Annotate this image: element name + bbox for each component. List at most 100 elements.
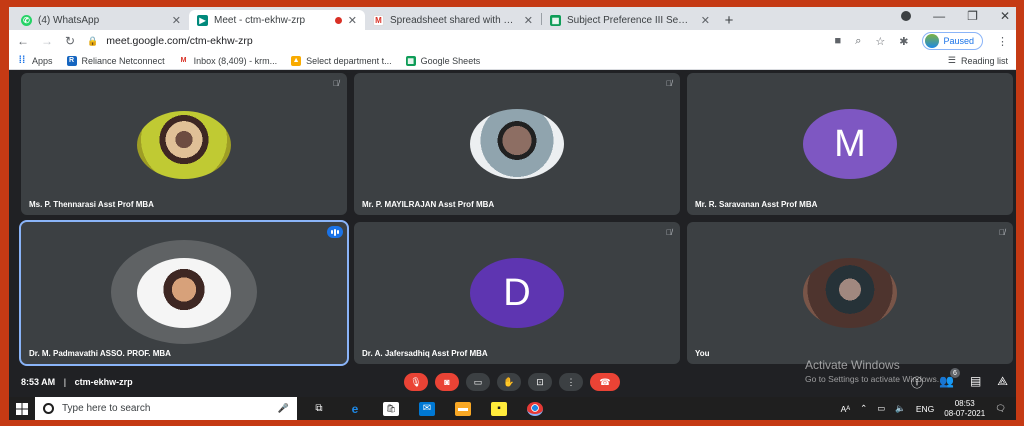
- reload-icon[interactable]: ↻: [65, 34, 75, 48]
- profile-button[interactable]: Paused: [922, 32, 983, 50]
- microphone-icon[interactable]: 🎤: [278, 403, 289, 414]
- font-icon[interactable]: Aᴬ: [841, 404, 851, 414]
- bookmark-star-icon[interactable]: ☆: [875, 35, 885, 48]
- bookmark-select-department[interactable]: ▲ Select department t...: [291, 55, 392, 66]
- participant-tile-speaking[interactable]: Dr. M. Padmavathi ASSO. PROF. MBA: [19, 220, 349, 366]
- raise-hand-button[interactable]: ✋: [497, 373, 521, 391]
- bookmark-inbox[interactable]: M Inbox (8,409) - krm...: [178, 55, 277, 66]
- captions-icon: ▭: [473, 376, 483, 387]
- participant-count-badge: 6: [949, 368, 960, 378]
- meet-side-controls: ⓘ 👥 6 ▤ ⟁: [911, 368, 1008, 391]
- meeting-code: ctm-ekhw-zrp: [74, 377, 133, 387]
- participant-tile[interactable]: 🎙̸ Mr. P. MAYILRAJAN Asst Prof MBA: [354, 73, 680, 215]
- meeting-info: 8:53 AM | ctm-ekhw-zrp: [21, 377, 133, 387]
- zoom-icon[interactable]: ⌕: [855, 35, 861, 48]
- participant-name: Mr. P. MAYILRAJAN Asst Prof MBA: [362, 200, 495, 209]
- avatar: [925, 34, 940, 48]
- tab-title: (4) WhatsApp: [38, 14, 100, 26]
- whatsapp-icon: ✆: [21, 14, 32, 26]
- tab-gmail[interactable]: M Spreadsheet shared with you: "Su ✕: [365, 10, 541, 30]
- address-bar[interactable]: 🔒 meet.google.com/ctm-ekhw-zrp: [87, 33, 822, 50]
- participant-name: Ms. P. Thennarasi Asst Prof MBA: [29, 200, 154, 209]
- end-call-button[interactable]: ☎: [590, 373, 620, 391]
- minimize-icon[interactable]: —: [933, 9, 945, 23]
- tab-whatsapp[interactable]: ✆ (4) WhatsApp ✕: [13, 10, 189, 30]
- taskbar-search[interactable]: Type here to search 🎤: [35, 397, 297, 420]
- close-icon[interactable]: ✕: [701, 14, 710, 27]
- participant-tile[interactable]: 🎙̸ Ms. P. Thennarasi Asst Prof MBA: [21, 73, 347, 215]
- tab-search-icon[interactable]: [901, 11, 912, 21]
- participant-tile[interactable]: D 🎙̸ Dr. A. Jafersadhiq Asst Prof MBA: [354, 222, 680, 364]
- reading-list-icon: ☰: [947, 55, 956, 65]
- bookmark-google-sheets[interactable]: ▦ Google Sheets: [405, 55, 480, 66]
- mic-off-icon: 🎙̸: [999, 228, 1005, 237]
- browser-window: ✆ (4) WhatsApp ✕ ▶ Meet - ctm-ekhw-zrp ✕…: [9, 7, 1016, 420]
- back-icon[interactable]: ←: [17, 34, 29, 48]
- bookmark-label: Select department t...: [306, 55, 392, 66]
- bookmark-reliance[interactable]: R Reliance Netconnect: [66, 55, 165, 66]
- clock[interactable]: 08:53 08-07-2021: [944, 399, 985, 419]
- camera-off-icon: ◙: [444, 377, 450, 387]
- avatar-letter: D: [503, 271, 531, 314]
- notifications-icon[interactable]: 🗨: [995, 403, 1006, 414]
- menu-icon[interactable]: ⋮: [997, 35, 1008, 48]
- participant-photo: [137, 258, 231, 328]
- mic-off-icon: 🎙̸: [333, 79, 339, 88]
- restore-icon[interactable]: ❐: [967, 9, 978, 23]
- url-text: meet.google.com/ctm-ekhw-zrp: [106, 35, 253, 47]
- task-view-icon[interactable]: ⧉: [311, 402, 327, 416]
- apps-grid-icon: ⁞⁞: [18, 55, 26, 66]
- start-button[interactable]: [9, 402, 35, 415]
- audio-level-icon: [327, 226, 343, 238]
- lock-icon[interactable]: 🔒: [87, 36, 98, 47]
- reading-list-button[interactable]: ☰ Reading list: [948, 55, 1008, 66]
- edge-icon[interactable]: e: [347, 402, 363, 416]
- self-view-tile[interactable]: 🎙̸ You: [687, 222, 1013, 364]
- volume-icon[interactable]: 🔈: [895, 403, 906, 414]
- gmail-icon: M: [373, 14, 384, 26]
- store-icon[interactable]: 🛍: [383, 401, 399, 416]
- meet-icon: ▶: [197, 14, 208, 26]
- language-indicator[interactable]: ENG: [916, 404, 934, 414]
- info-icon[interactable]: ⓘ: [911, 374, 923, 391]
- window-close-icon[interactable]: ✕: [1000, 9, 1010, 23]
- participant-photo: [803, 258, 897, 328]
- participant-name: Dr. A. Jafersadhiq Asst Prof MBA: [362, 349, 488, 358]
- chrome-icon[interactable]: [527, 401, 543, 416]
- activities-icon[interactable]: ⟁: [997, 374, 1008, 391]
- captions-button[interactable]: ▭: [466, 373, 490, 391]
- people-button[interactable]: 👥 6: [939, 368, 960, 391]
- close-icon[interactable]: ✕: [172, 14, 181, 27]
- bookmark-apps[interactable]: ⁞⁞ Apps: [17, 55, 53, 66]
- show-hidden-icons-icon[interactable]: ⌃: [860, 403, 867, 414]
- tab-title: Subject Preference III Semester 2: [567, 14, 695, 26]
- tab-sheets[interactable]: ▦ Subject Preference III Semester 2 ✕: [542, 10, 718, 30]
- tab-meet[interactable]: ▶ Meet - ctm-ekhw-zrp ✕: [189, 10, 365, 30]
- gmail-icon: M: [178, 55, 189, 66]
- participant-photo: [470, 109, 564, 179]
- mic-toggle-button[interactable]: 🎙: [404, 373, 428, 391]
- window-controls: — ❐ ✕: [901, 9, 1010, 23]
- camera-toggle-button[interactable]: ◙: [435, 373, 459, 391]
- new-tab-button[interactable]: +: [718, 10, 740, 30]
- participant-tile[interactable]: M Mr. R. Saravanan Asst Prof MBA: [687, 73, 1013, 215]
- participant-name: You: [695, 349, 710, 358]
- mail-icon[interactable]: ✉: [419, 401, 435, 416]
- browser-toolbar: ← → ↻ 🔒 meet.google.com/ctm-ekhw-zrp ■ ⌕…: [9, 30, 1016, 52]
- battery-icon[interactable]: ▭: [877, 403, 885, 414]
- close-icon[interactable]: ✕: [524, 14, 533, 27]
- forward-icon[interactable]: →: [41, 34, 53, 48]
- extensions-icon[interactable]: ✱: [899, 35, 908, 48]
- chat-icon[interactable]: ▤: [970, 374, 981, 391]
- meet-control-bar: 8:53 AM | ctm-ekhw-zrp 🎙 ◙ ▭ ✋ ⊡ ⋮ ☎ ⓘ 👥…: [9, 368, 1016, 393]
- bookmarks-bar: ⁞⁞ Apps R Reliance Netconnect M Inbox (8…: [9, 52, 1016, 70]
- close-icon[interactable]: ✕: [348, 14, 357, 27]
- more-options-button[interactable]: ⋮: [559, 373, 583, 391]
- sticky-notes-icon[interactable]: ▪: [491, 401, 507, 416]
- letter-avatar: D: [470, 258, 564, 328]
- present-button[interactable]: ⊡: [528, 373, 552, 391]
- file-explorer-icon[interactable]: ▬: [455, 401, 471, 416]
- camera-in-use-icon[interactable]: ■: [835, 35, 842, 47]
- recording-indicator-icon: [334, 16, 342, 24]
- participant-photo: [137, 111, 231, 179]
